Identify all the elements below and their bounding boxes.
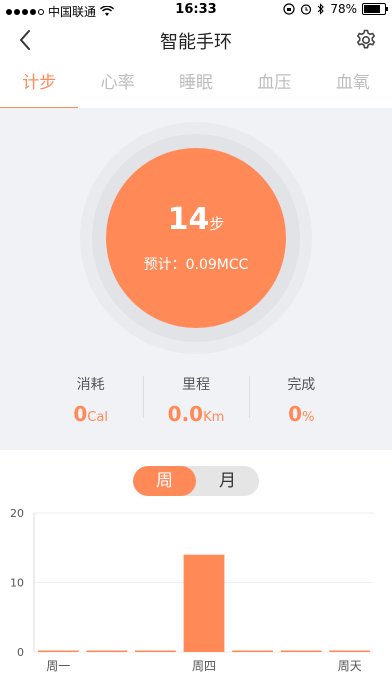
stat-distance: 里程 0.0Km	[143, 370, 248, 426]
stat-label: 里程	[181, 377, 210, 393]
tab-bar: 计步 心率 睡眠 血压 血氧	[0, 62, 392, 110]
x-tick-label: 周四	[192, 659, 216, 673]
bluetooth-icon	[317, 3, 325, 15]
step-count-value: 14	[167, 202, 210, 237]
battery-percent: 78%	[330, 2, 357, 16]
y-tick-label: 20	[10, 507, 24, 520]
bar-周三	[135, 650, 176, 652]
stat-unit: %	[302, 410, 315, 425]
step-summary-panel: 14步 预计：0.09MCC 消耗 0Cal 里程 0.0Km 完成 0%	[0, 108, 392, 450]
navigation-bar: 智能手环	[0, 20, 392, 62]
bar-周一	[37, 650, 79, 652]
step-count-circle: 14步 预计：0.09MCC	[106, 148, 286, 328]
battery-icon	[362, 3, 388, 15]
step-count-unit: 步	[209, 215, 225, 233]
estimate-text: 预计：0.09MCC	[143, 257, 249, 273]
stat-unit: Cal	[87, 410, 108, 425]
stat-label: 消耗	[76, 377, 105, 393]
tab-blood-oxygen[interactable]: 血氧	[314, 62, 392, 108]
tab-sleep[interactable]: 睡眠	[157, 62, 235, 108]
alarm-icon	[301, 4, 312, 15]
toggle-month[interactable]: 月	[196, 466, 259, 496]
y-tick-label: 10	[10, 577, 24, 590]
stat-value: 0	[288, 402, 303, 426]
stat-label: 完成	[287, 377, 316, 393]
gear-icon[interactable]	[354, 28, 378, 52]
tab-steps[interactable]: 计步	[0, 62, 79, 110]
bar-周五	[232, 650, 273, 652]
stat-completion: 完成 0%	[248, 370, 354, 426]
page-title: 智能手环	[160, 32, 232, 53]
stat-value: 0.0	[167, 402, 204, 426]
bar-周六	[280, 650, 322, 652]
toggle-week[interactable]: 周	[133, 466, 196, 496]
bar-周二	[86, 650, 128, 652]
bar-周四	[183, 554, 225, 652]
orientation-lock-icon	[283, 3, 295, 15]
stat-unit: Km	[203, 410, 225, 425]
x-tick-label: 周天	[338, 659, 362, 673]
stat-value: 0	[73, 402, 88, 426]
tab-blood-pressure[interactable]: 血压	[235, 62, 313, 108]
period-toggle: 周 月	[133, 466, 259, 496]
tab-heart-rate[interactable]: 心率	[78, 62, 156, 108]
y-tick-label: 0	[17, 646, 24, 659]
stat-calories: 消耗 0Cal	[38, 370, 143, 426]
status-bar: 中国联通 16:33 78%	[0, 0, 392, 20]
weekly-steps-chart: 0 10 20 周一 周四 周天	[10, 507, 374, 673]
bar-周天	[329, 650, 371, 652]
stats-row: 消耗 0Cal 里程 0.0Km 完成 0%	[38, 370, 354, 426]
x-tick-label: 周一	[46, 659, 70, 673]
